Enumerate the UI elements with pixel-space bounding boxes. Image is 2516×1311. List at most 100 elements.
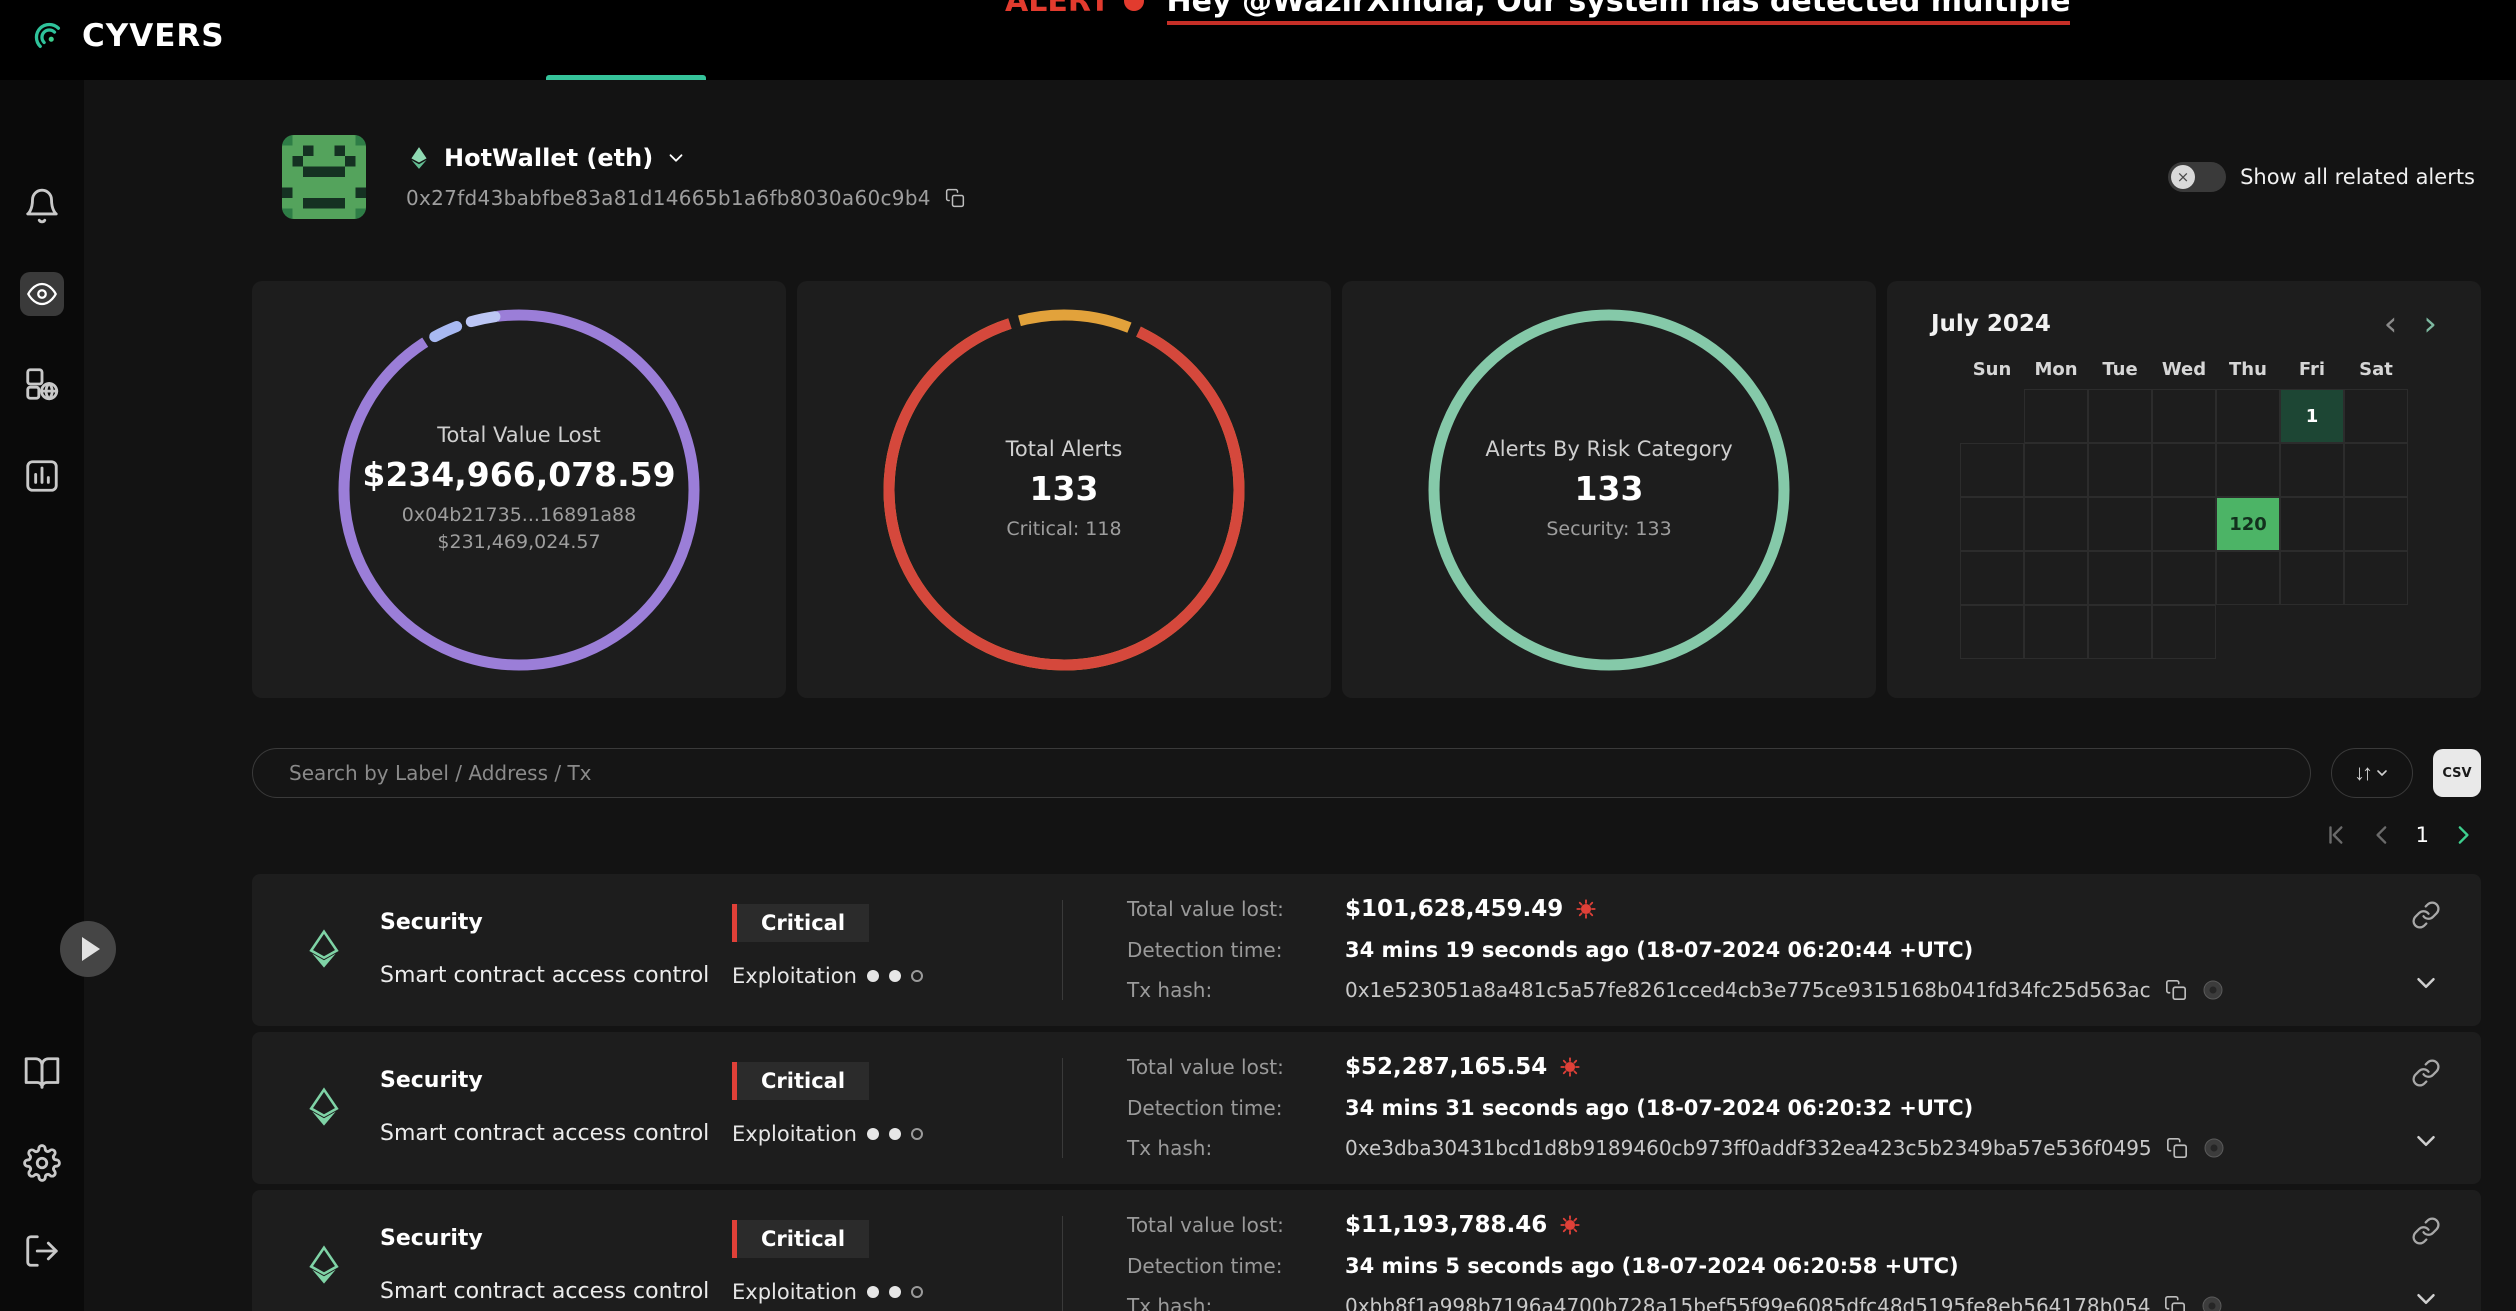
tx-hash-label: Tx hash: <box>1127 1294 1345 1311</box>
calendar-cell <box>2024 389 2088 443</box>
sort-arrows-icon: ↓↑ <box>2354 760 2370 786</box>
next-page-button[interactable] <box>2449 822 2475 848</box>
permalink-icon[interactable] <box>2411 900 2441 930</box>
permalink-icon[interactable] <box>2411 1216 2441 1246</box>
chevron-down-icon <box>665 147 687 169</box>
calendar-cell <box>2024 443 2088 497</box>
alert-actions <box>2397 874 2441 1026</box>
wallet-texts: HotWallet (eth) 0x27fd43babfbe83a81d1466… <box>406 144 965 210</box>
phase-dot-hollow <box>911 1286 923 1298</box>
stat-subtext: Critical: 118 <box>1006 516 1121 543</box>
calendar-cell <box>2344 551 2408 605</box>
calendar-cell <box>2216 389 2280 443</box>
phase-indicator: Exploitation <box>732 1280 1062 1304</box>
calendar-next-icon[interactable]: › <box>2423 307 2437 341</box>
toolbar: ↓↑ CSV <box>252 748 2481 798</box>
alerts-view-icon[interactable] <box>20 272 64 316</box>
detection-time-label: Detection time: <box>1127 1254 1345 1278</box>
calendar-cell <box>2344 443 2408 497</box>
settings-gear-icon[interactable] <box>20 1141 64 1185</box>
main-content: HotWallet (eth) 0x27fd43babfbe83a81d1466… <box>84 80 2516 1311</box>
calendar-header: July 2024 ‹ › <box>1917 307 2451 341</box>
amount-text: $11,193,788.46 <box>1345 1212 1547 1238</box>
value-lost-label: Total value lost: <box>1127 1213 1345 1237</box>
alert-category: Security <box>380 1068 709 1093</box>
cyvers-logo[interactable]: CYVERS <box>26 14 225 58</box>
sort-button[interactable]: ↓↑ <box>2331 748 2413 798</box>
eth-icon <box>302 1086 346 1130</box>
phase-dot-hollow <box>911 1128 923 1140</box>
calendar-day-count[interactable]: 120 <box>2216 497 2280 551</box>
expand-row-icon[interactable] <box>2411 968 2441 998</box>
related-alerts-toggle[interactable]: × <box>2168 162 2226 192</box>
first-page-button[interactable] <box>2324 822 2350 848</box>
toggle-knob: × <box>2171 165 2195 189</box>
expand-row-icon[interactable] <box>2411 1284 2441 1311</box>
copy-tx-icon[interactable] <box>2165 979 2187 1001</box>
explorer-icon[interactable] <box>2200 1294 2224 1311</box>
stats-row: Total Value Lost $234,966,078.59 0x04b21… <box>252 281 2481 698</box>
value-lost-label: Total value lost: <box>1127 897 1345 921</box>
amount-text: $101,628,459.49 <box>1345 896 1563 922</box>
alert-actions <box>2397 1032 2441 1184</box>
phase-label: Exploitation <box>732 1122 857 1146</box>
calendar-month-title: July 2024 <box>1931 311 2051 337</box>
phase-indicator: Exploitation <box>732 964 1062 988</box>
calendar-cell <box>2152 551 2216 605</box>
calendar-cell <box>1960 605 2024 659</box>
chevron-down-icon <box>2374 765 2390 781</box>
stat-subtext: 0x04b21735...16891a88 $231,469,024.57 <box>402 502 636 555</box>
stat-title: Alerts By Risk Category <box>1485 437 1732 461</box>
contracts-globe-icon[interactable] <box>20 362 64 406</box>
pagination: 1 <box>252 822 2481 848</box>
alert-row[interactable]: Security Smart contract access control C… <box>252 1032 2481 1184</box>
virus-icon <box>1559 1214 1581 1236</box>
alert-row[interactable]: Security Smart contract access control C… <box>252 1190 2481 1311</box>
tx-hash-label: Tx hash: <box>1127 1136 1345 1160</box>
expand-panel-button[interactable] <box>60 921 116 977</box>
calendar-prev-icon[interactable]: ‹ <box>2384 307 2398 341</box>
search-input[interactable] <box>252 748 2311 798</box>
alert-main: Security Smart contract access control <box>302 1190 732 1311</box>
permalink-icon[interactable] <box>2411 1058 2441 1088</box>
alert-row[interactable]: Security Smart contract access control C… <box>252 874 2481 1026</box>
logout-icon[interactable] <box>20 1229 64 1273</box>
alert-subtype: Smart contract access control <box>380 963 709 988</box>
statistics-icon[interactable] <box>20 454 64 498</box>
alert-severity-col: Critical Exploitation <box>732 874 1062 1026</box>
severity-badge: Critical <box>732 904 869 942</box>
notifications-icon[interactable] <box>20 184 64 228</box>
virus-icon <box>1575 898 1597 920</box>
alert-banner-message: Hey @WazirXIndia, Our system has detecte… <box>1167 0 2071 25</box>
calendar-cell <box>2088 443 2152 497</box>
prev-page-button[interactable] <box>2370 822 2396 848</box>
wallet-selector[interactable]: HotWallet (eth) <box>406 144 965 172</box>
calendar-day-header: Fri <box>2280 359 2344 389</box>
calendar-day-count[interactable]: 1 <box>2280 389 2344 443</box>
copy-tx-icon[interactable] <box>2164 1295 2186 1311</box>
phase-dot-filled <box>889 1128 901 1140</box>
explorer-icon[interactable] <box>2202 1136 2226 1160</box>
docs-icon[interactable] <box>20 1051 64 1095</box>
total-alerts-card: Total Alerts 133 Critical: 118 <box>797 281 1331 698</box>
amount-text: $52,287,165.54 <box>1345 1054 1547 1080</box>
stat-value: 133 <box>1575 469 1644 508</box>
tx-hash-text: 0x1e523051a8a481c5a57fe8261cced4cb3e775c… <box>1345 978 2151 1002</box>
export-csv-button[interactable]: CSV <box>2433 749 2481 797</box>
stat-sub2: $231,469,024.57 <box>402 529 636 556</box>
calendar-card: July 2024 ‹ › SunMonTueWedThuFriSat 1120 <box>1887 281 2481 698</box>
calendar-cell <box>1960 497 2024 551</box>
logo-text: CYVERS <box>82 18 225 54</box>
copy-tx-icon[interactable] <box>2166 1137 2188 1159</box>
wallet-avatar <box>282 135 366 219</box>
tx-hash-label: Tx hash: <box>1127 978 1345 1002</box>
alert-subtype: Smart contract access control <box>380 1121 709 1146</box>
copy-address-icon[interactable] <box>945 188 965 208</box>
detection-time-label: Detection time: <box>1127 938 1345 962</box>
risk-category-card: Alerts By Risk Category 133 Security: 13… <box>1342 281 1876 698</box>
explorer-icon[interactable] <box>2201 978 2225 1002</box>
value-lost-label: Total value lost: <box>1127 1055 1345 1079</box>
alert-actions <box>2397 1190 2441 1311</box>
expand-row-icon[interactable] <box>2411 1126 2441 1156</box>
calendar-day-header: Thu <box>2216 359 2280 389</box>
